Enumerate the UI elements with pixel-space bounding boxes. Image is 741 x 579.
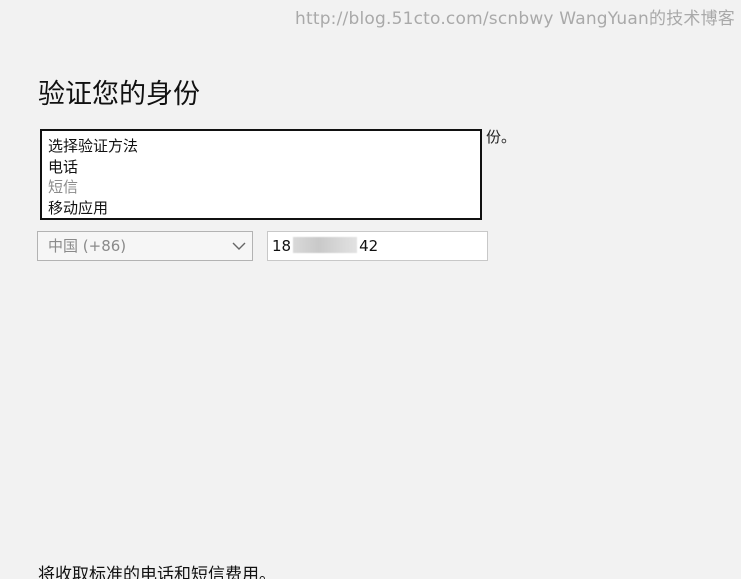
option-mobile-app[interactable]: 移动应用	[48, 198, 480, 219]
watermark-text: http://blog.51cto.com/scnbwy WangYuan的技术…	[294, 9, 735, 29]
option-text-message[interactable]: 短信	[48, 177, 480, 198]
redacted-digits	[293, 237, 358, 253]
phone-number-prefix: 18	[272, 237, 292, 255]
charges-note: 将收取标准的电话和短信费用。	[38, 565, 276, 579]
page-title: 验证您的身份	[38, 79, 200, 111]
chevron-down-icon	[232, 242, 246, 250]
instruction-text: 份。	[486, 126, 516, 147]
verify-identity-page: http://blog.51cto.com/scnbwy WangYuan的技术…	[0, 0, 741, 579]
verification-method-listbox[interactable]: 选择验证方法 电话 短信 移动应用	[40, 129, 482, 220]
option-phone-call[interactable]: 电话	[48, 157, 480, 178]
country-code-select[interactable]: 中国 (+86)	[37, 231, 253, 261]
country-code-value: 中国 (+86)	[48, 237, 127, 255]
option-choose-method[interactable]: 选择验证方法	[48, 136, 480, 157]
phone-number-input[interactable]: 18 42	[267, 231, 488, 261]
instruction-visible-fragment: 份。	[486, 128, 517, 146]
phone-number-suffix: 42	[359, 237, 379, 255]
